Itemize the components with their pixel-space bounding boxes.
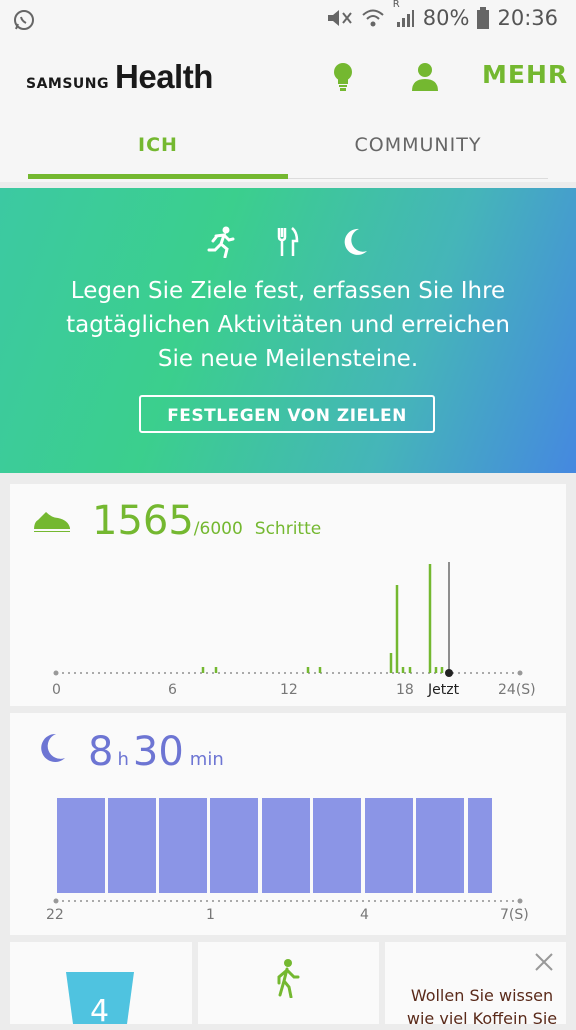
battery-icon: [477, 7, 490, 29]
sleep-block: [365, 798, 413, 893]
steps-chart: [53, 562, 523, 677]
sleep-moon-icon: [36, 731, 66, 765]
sleep-hours: 8: [88, 729, 114, 775]
more-menu-button[interactable]: MEHR: [482, 60, 568, 89]
banner-line-3: Sie neue Meilensteine.: [157, 346, 419, 372]
set-goals-button[interactable]: FESTLEGEN VON ZIELEN: [139, 395, 435, 433]
sleep-block: [416, 798, 464, 893]
steps-axis-label: 18: [396, 682, 414, 698]
water-card[interactable]: 4: [10, 942, 192, 1029]
steps-axis-label: 6: [168, 682, 177, 698]
tab-ich[interactable]: ICH: [28, 134, 288, 156]
app-bar: SAMSUNG Health MEHR: [0, 40, 576, 116]
running-icon: [207, 226, 235, 258]
tab-bar: ICH COMMUNITY: [0, 116, 576, 182]
signal-icon: R: [393, 0, 415, 29]
wifi-icon: [361, 7, 385, 29]
sleep-block: [57, 798, 105, 893]
steps-axis-label: 12: [280, 682, 298, 698]
activity-card[interactable]: [198, 942, 379, 1024]
sleep-axis-label: 22: [46, 907, 64, 923]
banner-line-1: Legen Sie Ziele fest, erfassen Sie Ihre: [70, 278, 506, 304]
sleep-axis-label: 1: [206, 907, 215, 923]
caffeine-prompt: Wollen Sie wissen wie viel Koffein Sie: [399, 984, 565, 1030]
steps-goal: /6000: [193, 519, 243, 539]
samsung-health-logo: SAMSUNG Health: [26, 58, 213, 96]
now-marker-dot: [445, 669, 453, 677]
sleep-axis-start: [53, 898, 59, 904]
banner-line-2: tagtäglichen Aktivitäten und erreichen: [66, 312, 510, 338]
sleep-block: [159, 798, 207, 893]
sleep-block: [468, 798, 492, 893]
steps-count: 1565: [92, 498, 194, 544]
profile-icon[interactable]: [411, 62, 439, 92]
steps-axis-label: 0: [52, 682, 61, 698]
lightbulb-icon[interactable]: [332, 62, 354, 92]
brand-samsung: SAMSUNG: [26, 76, 110, 92]
sleep-block: [262, 798, 310, 893]
battery-percent: 80%: [422, 6, 470, 30]
mute-icon: [325, 7, 353, 29]
sleep-block: [313, 798, 361, 893]
sleep-axis-label: 7(S): [500, 907, 529, 923]
banner-text: Legen Sie Ziele fest, erfassen Sie Ihre …: [40, 274, 536, 376]
sleep-axis-label: 4: [360, 907, 369, 923]
steps-axis-label: 24(S): [498, 682, 536, 698]
steps-unit: Schritte: [254, 519, 322, 539]
sleep-card[interactable]: 8 h 30 min 22 1 4 7(S): [10, 713, 566, 935]
sleep-minutes: 30: [132, 729, 184, 775]
sleep-axis-end: [517, 898, 523, 904]
moon-icon: [341, 226, 369, 258]
steps-now-label: Jetzt: [428, 682, 460, 698]
caffeine-line-1: Wollen Sie wissen: [410, 986, 554, 1005]
network-label: R: [392, 0, 400, 10]
goals-banner: Legen Sie Ziele fest, erfassen Sie Ihre …: [0, 188, 576, 473]
clock: 20:36: [497, 6, 558, 30]
active-tab-indicator: [28, 174, 288, 179]
sleep-block: [210, 798, 258, 893]
sleep-chart: [53, 798, 523, 904]
brand-health: Health: [115, 58, 213, 95]
sleep-block: [108, 798, 156, 893]
whatsapp-icon: [12, 8, 36, 32]
tab-community[interactable]: COMMUNITY: [288, 134, 548, 156]
steps-axis-start: [53, 670, 59, 676]
caffeine-card[interactable]: Wollen Sie wissen wie viel Koffein Sie: [385, 942, 566, 1028]
close-icon[interactable]: [534, 952, 554, 972]
status-bar: R 80% 20:36: [0, 0, 576, 40]
caffeine-line-2: wie viel Koffein Sie: [406, 1009, 558, 1028]
steps-axis-end: [517, 670, 523, 676]
fork-knife-icon: [275, 226, 301, 258]
shoe-icon: [32, 508, 72, 534]
walking-icon: [274, 958, 300, 998]
sleep-hours-unit: h: [117, 749, 129, 770]
sleep-minutes-unit: min: [189, 749, 224, 770]
steps-card[interactable]: 1565 /6000 Schritte 0 6 12 18 Jetzt 24(S…: [10, 484, 566, 706]
